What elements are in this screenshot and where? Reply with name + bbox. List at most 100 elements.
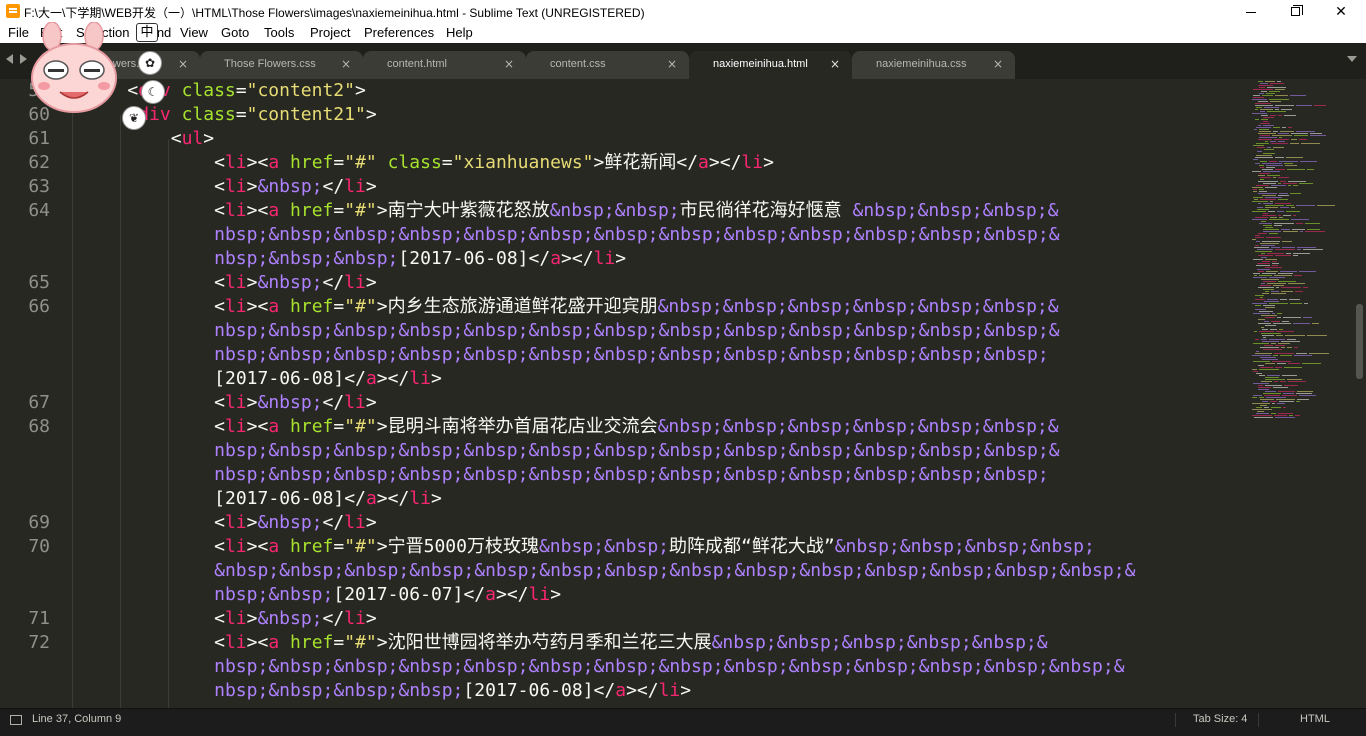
close-window-button[interactable]: ✕	[1318, 0, 1364, 23]
tab-close-icon[interactable]: ×	[830, 57, 840, 71]
minimap-line	[1294, 347, 1298, 348]
code-line[interactable]: <li>&nbsp;</li>	[84, 607, 377, 631]
minimap-line	[1259, 93, 1264, 94]
minimap-line	[1275, 89, 1285, 90]
minimap-line	[1265, 317, 1275, 318]
mascot-flower-icon[interactable]: ✿	[138, 51, 162, 75]
code-line[interactable]: nbsp;&nbsp;&nbsp;[2017-06-08]</a></li>	[84, 247, 626, 271]
minimap[interactable]	[1250, 79, 1350, 708]
code-line[interactable]: <li>&nbsp;</li>	[84, 511, 377, 535]
minimap-line	[1252, 113, 1267, 114]
minimap-line	[1252, 239, 1256, 240]
tab-naxiemeinihua-css[interactable]: naxiemeinihua.css ×	[852, 51, 1015, 79]
tab-close-icon[interactable]: ×	[178, 57, 188, 71]
tab-those-flowers-css[interactable]: Those Flowers.css ×	[200, 51, 363, 79]
mascot-butterfly-icon[interactable]: ❦	[122, 106, 146, 130]
minimap-line	[1260, 177, 1271, 178]
scrollbar-thumb[interactable]	[1356, 304, 1363, 379]
ime-chinese-badge[interactable]: 中	[136, 23, 158, 42]
code-line[interactable]: <li><a href="#" class="xianhuanews">鲜花新闻…	[84, 151, 774, 175]
menu-view[interactable]: View	[180, 25, 208, 40]
code-line[interactable]: <li><a href="#">宁晋5000万枝玫瑰&nbsp;&nbsp;助阵…	[84, 535, 1095, 559]
minimap-line	[1253, 197, 1263, 198]
code-line[interactable]: <li>&nbsp;</li>	[84, 175, 377, 199]
menu-project[interactable]: Project	[310, 25, 350, 40]
tab-list-dropdown-icon[interactable]	[1347, 56, 1357, 62]
maximize-button[interactable]	[1272, 0, 1318, 23]
code-line[interactable]: <li>&nbsp;</li>	[84, 271, 377, 295]
menu-file[interactable]: File	[8, 25, 29, 40]
tab-scroll-right-icon[interactable]	[20, 54, 27, 64]
line-number: 71	[28, 608, 50, 629]
line-number: 61	[28, 128, 50, 149]
minimap-line	[1271, 293, 1286, 294]
tab-close-icon[interactable]: ×	[667, 57, 677, 71]
code-line[interactable]: <li><a href="#">内乡生态旅游通道鲜花盛开迎宾朋&nbsp;&nb…	[84, 295, 1059, 319]
minimap-line	[1278, 343, 1290, 344]
minimap-line	[1282, 127, 1286, 128]
code-line[interactable]: nbsp;&nbsp;&nbsp;&nbsp;[2017-06-08]</a><…	[84, 679, 691, 703]
mascot-moon-icon[interactable]: ☾	[141, 80, 165, 104]
minimap-line	[1258, 175, 1265, 176]
minimap-line	[1252, 201, 1268, 202]
code-line[interactable]: &nbsp;&nbsp;&nbsp;&nbsp;&nbsp;&nbsp;&nbs…	[84, 559, 1135, 583]
minimap-line	[1256, 143, 1269, 144]
code-line[interactable]: nbsp;&nbsp;&nbsp;&nbsp;&nbsp;&nbsp;&nbsp…	[84, 655, 1124, 679]
minimap-line	[1260, 199, 1276, 200]
minimap-line	[1288, 363, 1300, 364]
tab-label: naxiemeinihua.css	[876, 58, 967, 70]
minimap-line	[1303, 249, 1323, 250]
minimap-line	[1261, 119, 1268, 120]
tab-close-icon[interactable]: ×	[993, 57, 1003, 71]
bunny-mascot-icon[interactable]	[30, 22, 130, 114]
line-number: 68	[28, 416, 50, 437]
minimap-line	[1276, 399, 1295, 400]
tab-close-icon[interactable]: ×	[504, 57, 514, 71]
code-line[interactable]: nbsp;&nbsp;&nbsp;&nbsp;&nbsp;&nbsp;&nbsp…	[84, 319, 1059, 343]
code-line[interactable]: nbsp;&nbsp;&nbsp;&nbsp;&nbsp;&nbsp;&nbsp…	[84, 463, 1049, 487]
minimap-line	[1256, 373, 1262, 374]
minimap-line	[1258, 323, 1271, 324]
code-line[interactable]: nbsp;&nbsp;&nbsp;&nbsp;&nbsp;&nbsp;&nbsp…	[84, 343, 1049, 367]
minimize-button[interactable]	[1228, 0, 1274, 23]
code-line[interactable]: <li><a href="#">沈阳世博园将举办芍药月季和兰花三大展&nbsp;…	[84, 631, 1047, 655]
code-line[interactable]: nbsp;&nbsp;&nbsp;&nbsp;&nbsp;&nbsp;&nbsp…	[84, 439, 1059, 463]
minimap-line	[1256, 241, 1260, 242]
menu-tools[interactable]: Tools	[264, 25, 294, 40]
minimap-line	[1253, 259, 1263, 260]
minimap-line	[1262, 359, 1278, 360]
tab-content-css[interactable]: content.css ×	[526, 51, 689, 79]
minimap-line	[1253, 191, 1257, 192]
code-line[interactable]: <li><a href="#">昆明斗南将举办首届花店业交流会&nbsp;&nb…	[84, 415, 1059, 439]
code-line[interactable]: [2017-06-08]</a></li>	[84, 487, 442, 511]
code-line[interactable]: <li>&nbsp;</li>	[84, 391, 377, 415]
menu-help[interactable]: Help	[446, 25, 473, 40]
syntax-selector[interactable]: HTML	[1300, 713, 1330, 725]
minimap-line	[1290, 95, 1306, 96]
tab-close-icon[interactable]: ×	[341, 57, 351, 71]
tab-size-selector[interactable]: Tab Size: 4	[1193, 713, 1247, 725]
indent-guide	[72, 79, 73, 708]
code-line[interactable]: nbsp;&nbsp;[2017-06-07]</a></li>	[84, 583, 561, 607]
menu-goto[interactable]: Goto	[221, 25, 249, 40]
code-line[interactable]: <li><a href="#">南宁大叶紫薇花怒放&nbsp;&nbsp;市民徜…	[84, 199, 1058, 223]
tab-scroll-left-icon[interactable]	[6, 54, 13, 64]
code-line[interactable]: <ul>	[84, 127, 214, 151]
minimap-line	[1259, 397, 1264, 398]
minimap-line	[1273, 323, 1291, 324]
code-line[interactable]: nbsp;&nbsp;&nbsp;&nbsp;&nbsp;&nbsp;&nbsp…	[84, 223, 1059, 247]
minimap-line	[1282, 241, 1292, 242]
code-line[interactable]: [2017-06-08]</a></li>	[84, 367, 442, 391]
minimap-line	[1283, 183, 1297, 184]
tab-content-html[interactable]: content.html ×	[363, 51, 526, 79]
code-editor[interactable]: 5960616263646566676869707172 <div class=…	[0, 79, 1250, 708]
vertical-scrollbar[interactable]	[1353, 79, 1366, 708]
minimap-line	[1258, 385, 1263, 386]
panel-toggle-icon[interactable]	[10, 715, 22, 725]
menu-preferences[interactable]: Preferences	[364, 25, 434, 40]
minimap-line	[1293, 253, 1310, 254]
minimap-line	[1304, 303, 1308, 304]
minimap-line	[1252, 397, 1257, 398]
minimap-line	[1297, 399, 1309, 400]
tab-naxiemeinihua-html[interactable]: naxiemeinihua.html ×	[689, 51, 852, 79]
